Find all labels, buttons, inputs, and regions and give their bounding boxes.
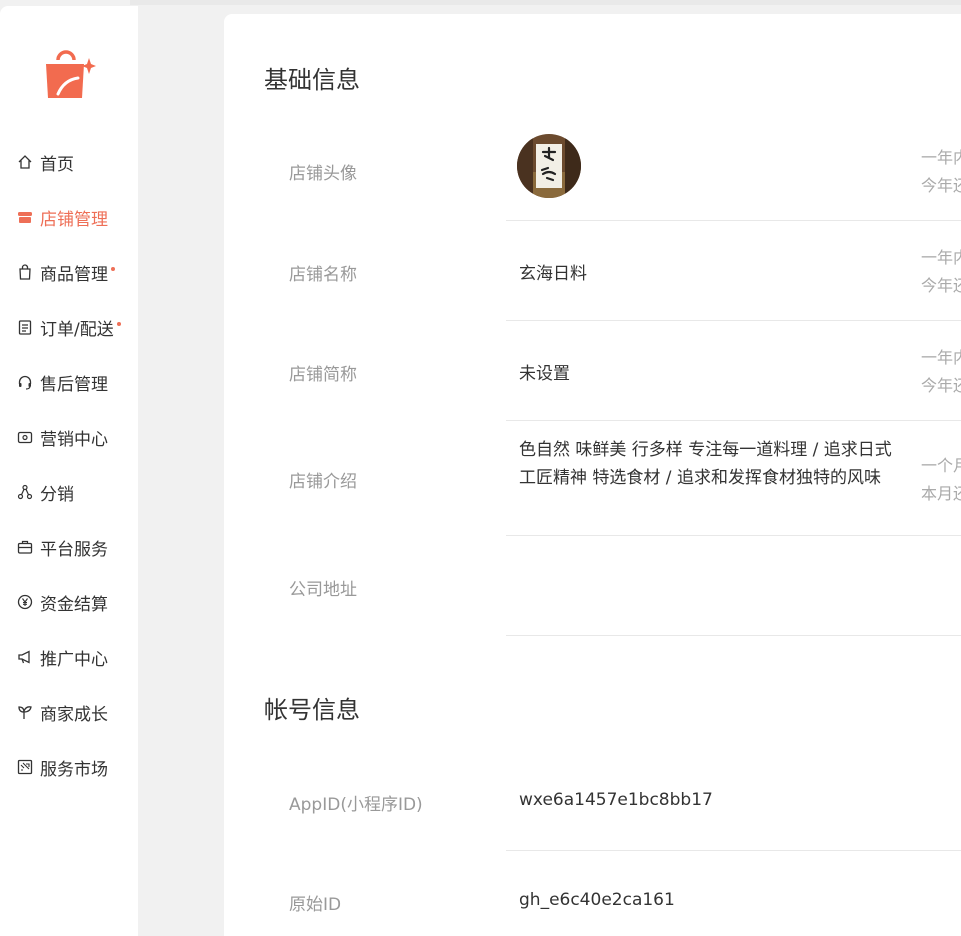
- basic-info-title: 基础信息: [264, 66, 360, 94]
- store-intro-value: 色自然 味鲜美 行多样 专注每一道料理 / 追求日式工匠精神 特选食材 / 追求…: [519, 440, 892, 488]
- row-hint: 一年内 今年还: [921, 348, 961, 395]
- bag-icon: [16, 263, 34, 281]
- megaphone-icon: [16, 648, 34, 666]
- sprout-icon: [16, 703, 34, 721]
- nav-label: 分销: [40, 484, 74, 505]
- row-label: 店铺名称: [289, 265, 357, 285]
- row-hint: 一个月 本月还: [921, 456, 961, 503]
- store-shortname-value: 未设置: [519, 364, 570, 384]
- nav-item-goods[interactable]: 商品管理: [16, 260, 115, 285]
- row-hint: 一年内 今年还: [921, 148, 961, 195]
- divider: [506, 220, 961, 221]
- share-icon: [16, 483, 34, 501]
- row-label: 公司地址: [289, 580, 357, 600]
- appid-value: wxe6a1457e1bc8bb17: [519, 790, 713, 810]
- nav-item-settlement[interactable]: 资金结算: [16, 590, 108, 615]
- nav-label: 营销中心: [40, 429, 108, 450]
- divider: [506, 420, 961, 421]
- coupon-icon: [16, 428, 34, 446]
- nav-label: 首页: [40, 154, 74, 175]
- nav-item-orders[interactable]: 订单/配送: [16, 315, 121, 340]
- divider: [506, 635, 961, 636]
- briefcase-icon: [16, 538, 34, 556]
- clipboard-icon: [16, 318, 34, 336]
- notification-dot: [116, 322, 121, 326]
- store-avatar[interactable]: [517, 134, 581, 198]
- market-icon: [16, 758, 34, 776]
- nav-label: 推广中心: [40, 649, 108, 670]
- nav-item-distribution[interactable]: 分销: [16, 480, 74, 505]
- home-icon: [16, 153, 34, 171]
- nav-label: 订单/配送: [40, 319, 114, 340]
- nav-item-marketing[interactable]: 营销中心: [16, 425, 108, 450]
- original-id-value: gh_e6c40e2ca161: [519, 890, 675, 910]
- nav-item-aftersale[interactable]: 售后管理: [16, 370, 108, 395]
- nav-label: 平台服务: [40, 539, 108, 560]
- row-hint: 一年内 今年还: [921, 248, 961, 295]
- row-label: AppID(小程序ID): [289, 795, 423, 815]
- shop-logo-icon: [40, 46, 96, 102]
- nav-label: 商家成长: [40, 704, 108, 725]
- nav-label: 资金结算: [40, 594, 108, 615]
- nav-item-store[interactable]: 店铺管理: [16, 205, 108, 230]
- nav-item-growth[interactable]: 商家成长: [16, 700, 108, 725]
- divider: [506, 320, 961, 321]
- row-label: 店铺简称: [289, 365, 357, 385]
- yen-icon: [16, 593, 34, 611]
- top-strip: [130, 0, 961, 5]
- headset-icon: [16, 373, 34, 391]
- nav-label: 店铺管理: [40, 209, 108, 230]
- nav-label: 售后管理: [40, 374, 108, 395]
- account-info-title: 帐号信息: [264, 696, 360, 724]
- nav-label: 服务市场: [40, 759, 108, 780]
- store-name-value: 玄海日料: [519, 264, 587, 284]
- main-content: 基础信息 店铺头像 一年内 今年还 店铺名称 玄海日料 一年内 今年还 店铺简称…: [224, 14, 961, 936]
- store-icon: [16, 208, 34, 226]
- sidebar: 首页 店铺管理 商品管理 订单/配送 售后管理 营销中心 分销 平台服务 资金结…: [0, 6, 138, 936]
- nav-item-market[interactable]: 服务市场: [16, 755, 108, 780]
- row-label: 原始ID: [289, 895, 342, 915]
- nav-item-home[interactable]: 首页: [16, 150, 74, 175]
- nav-label: 商品管理: [40, 264, 108, 285]
- notification-dot: [111, 267, 115, 271]
- nav-item-platform[interactable]: 平台服务: [16, 535, 108, 560]
- row-label: 店铺介绍: [289, 472, 357, 492]
- row-label: 店铺头像: [289, 164, 357, 184]
- divider: [506, 850, 961, 851]
- nav-item-promotion[interactable]: 推广中心: [16, 645, 108, 670]
- divider: [506, 535, 961, 536]
